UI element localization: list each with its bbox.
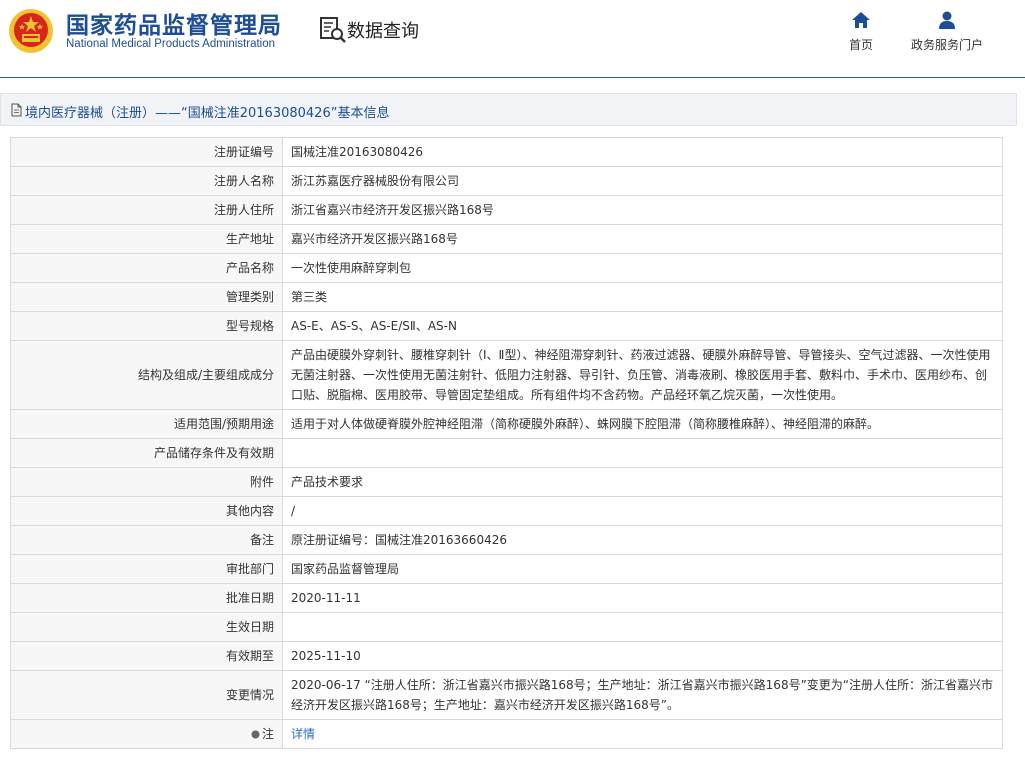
row-value: 一次性使用麻醉穿刺包 (282, 253, 1003, 283)
note-label: 注 (261, 727, 274, 741)
detail-link[interactable]: 详情 (291, 727, 315, 741)
row-value: 2020-06-17 “注册人住所：浙江省嘉兴市振兴路168号；生产地址：浙江省… (282, 670, 1003, 720)
table-row: 型号规格 AS-E、AS-S、AS-E/SⅡ、AS-N (10, 311, 1003, 341)
table-row: 备注 原注册证编号：国械注准20163660426 (10, 525, 1003, 555)
row-value: 2025-11-10 (282, 641, 1003, 671)
row-label: 产品储存条件及有效期 (10, 438, 283, 468)
row-label: 附件 (10, 467, 283, 497)
row-value: 第三类 (282, 282, 1003, 312)
note-value-cell: 详情 (282, 719, 1003, 749)
row-label: 注册人名称 (10, 166, 283, 196)
table-row: 附件 产品技术要求 (10, 467, 1003, 497)
row-label: 结构及组成/主要组成成分 (10, 340, 283, 410)
table-row: 生效日期 (10, 612, 1003, 642)
row-label: 审批部门 (10, 554, 283, 584)
org-name-en: National Medical Products Administration (66, 38, 276, 50)
table-row: 批准日期 2020-11-11 (10, 583, 1003, 613)
table-row: 生产地址 嘉兴市经济开发区振兴路168号 (10, 224, 1003, 254)
row-label: 适用范围/预期用途 (10, 409, 283, 439)
table-row-note: 注 详情 (10, 719, 1003, 749)
row-value: 国械注准20163080426 (282, 137, 1003, 167)
row-value: 浙江省嘉兴市经济开发区振兴路168号 (282, 195, 1003, 225)
row-value: 国家药品监督管理局 (282, 554, 1003, 584)
row-value (282, 612, 1003, 642)
row-value: AS-E、AS-S、AS-E/SⅡ、AS-N (282, 311, 1003, 341)
note-label-cell: 注 (10, 719, 283, 749)
table-row: 注册人名称 浙江苏嘉医疗器械股份有限公司 (10, 166, 1003, 196)
row-value: 嘉兴市经济开发区振兴路168号 (282, 224, 1003, 254)
nav-home-label: 首页 (848, 38, 873, 52)
home-icon (852, 12, 870, 28)
page-title: 数据查询 (347, 21, 419, 42)
row-label: 其他内容 (10, 496, 283, 526)
row-value: / (282, 496, 1003, 526)
row-label: 产品名称 (10, 253, 283, 283)
registration-info-table: 注册证编号 国械注准20163080426 注册人名称 浙江苏嘉医疗器械股份有限… (10, 137, 1003, 749)
section-title: 境内医疗器械（注册）——“国械注准20163080426”基本信息 (25, 106, 390, 121)
table-row: 审批部门 国家药品监督管理局 (10, 554, 1003, 584)
org-name-cn: 国家药品监督管理局 (66, 13, 282, 39)
row-value (282, 438, 1003, 468)
bullet-icon (251, 730, 260, 739)
row-label: 注册证编号 (10, 137, 283, 167)
row-label: 批准日期 (10, 583, 283, 613)
row-value: 浙江苏嘉医疗器械股份有限公司 (282, 166, 1003, 196)
data-query-icon (320, 17, 346, 43)
row-label: 注册人住所 (10, 195, 283, 225)
nav-home-link[interactable]: 首页 (838, 10, 884, 53)
row-value: 产品技术要求 (282, 467, 1003, 497)
table-row: 注册证编号 国械注准20163080426 (10, 137, 1003, 167)
table-row: 有效期至 2025-11-10 (10, 641, 1003, 671)
table-row: 产品储存条件及有效期 (10, 438, 1003, 468)
table-row: 变更情况 2020-06-17 “注册人住所：浙江省嘉兴市振兴路168号；生产地… (10, 670, 1003, 720)
site-header: 国家药品监督管理局 National Medical Products Admi… (0, 0, 1025, 78)
row-label: 变更情况 (10, 670, 283, 720)
row-label: 有效期至 (10, 641, 283, 671)
user-icon (939, 11, 955, 29)
row-label: 生产地址 (10, 224, 283, 254)
nav-portal-label: 政务服务门户 (910, 38, 983, 52)
document-icon (11, 103, 22, 117)
row-value: 原注册证编号：国械注准20163660426 (282, 525, 1003, 555)
table-row: 其他内容 / (10, 496, 1003, 526)
table-row: 结构及组成/主要组成成分 产品由硬膜外穿刺针、腰椎穿刺针（Ⅰ、Ⅱ型）、神经阻滞穿… (10, 340, 1003, 410)
table-row: 管理类别 第三类 (10, 282, 1003, 312)
table-row: 注册人住所 浙江省嘉兴市经济开发区振兴路168号 (10, 195, 1003, 225)
section-header: 境内医疗器械（注册）——“国械注准20163080426”基本信息 (0, 93, 1017, 126)
row-value: 2020-11-11 (282, 583, 1003, 613)
table-row: 适用范围/预期用途 适用于对人体做硬脊膜外腔神经阻滞（简称硬膜外麻醉）、蛛网膜下… (10, 409, 1003, 439)
table-row: 产品名称 一次性使用麻醉穿刺包 (10, 253, 1003, 283)
row-value: 产品由硬膜外穿刺针、腰椎穿刺针（Ⅰ、Ⅱ型）、神经阻滞穿刺针、药液过滤器、硬膜外麻… (282, 340, 1003, 410)
row-label: 管理类别 (10, 282, 283, 312)
row-label: 型号规格 (10, 311, 283, 341)
national-emblem-icon (9, 9, 53, 53)
row-label: 备注 (10, 525, 283, 555)
row-value: 适用于对人体做硬脊膜外腔神经阻滞（简称硬膜外麻醉）、蛛网膜下腔阻滞（简称腰椎麻醉… (282, 409, 1003, 439)
row-label: 生效日期 (10, 612, 283, 642)
nav-portal-link[interactable]: 政务服务门户 (904, 10, 990, 53)
